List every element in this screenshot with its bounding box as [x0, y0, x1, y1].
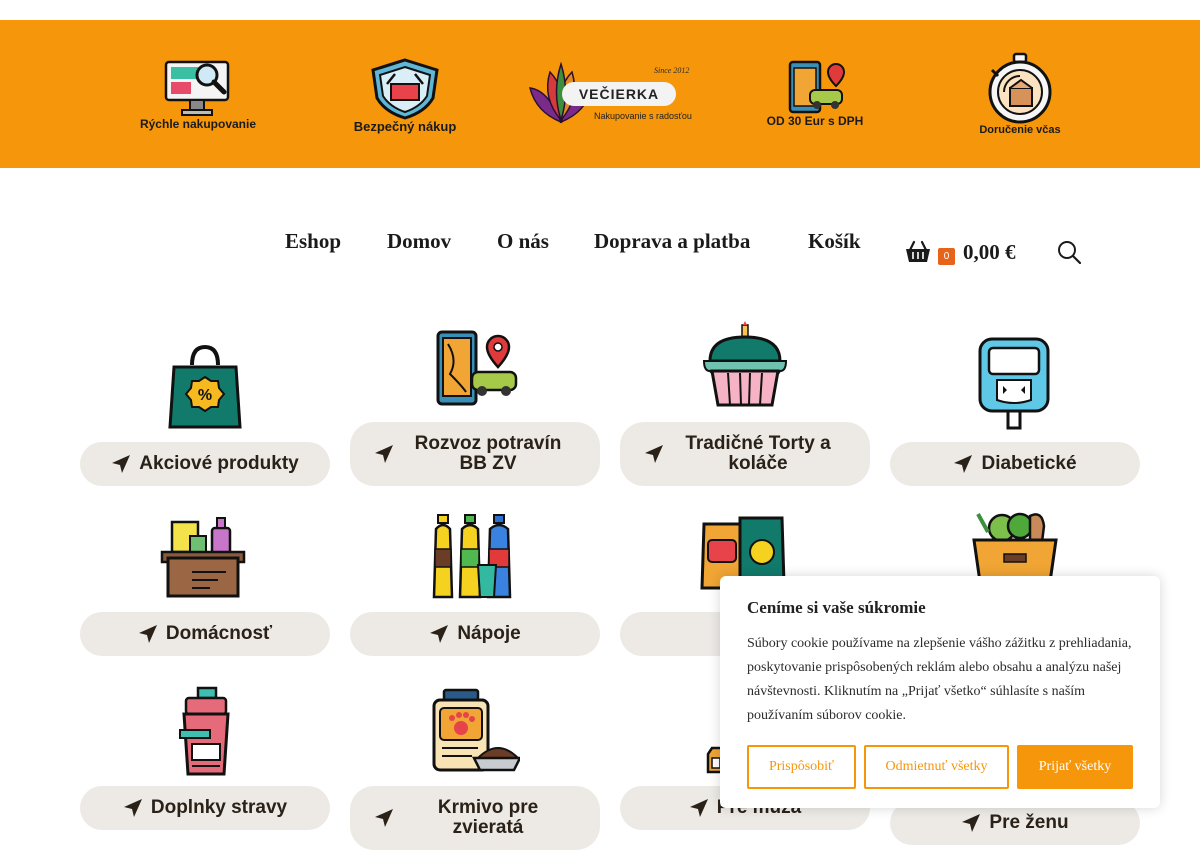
feature-label: Doručenie včas [979, 124, 1061, 136]
search-icon[interactable] [1057, 240, 1081, 264]
household-box-icon[interactable] [160, 516, 246, 598]
category-label: Domácnosť [165, 623, 273, 644]
location-arrow-icon [375, 809, 393, 827]
cookie-customize-button[interactable]: Prispôsobiť [747, 745, 856, 789]
cookie-text: Súbory cookie používame na zlepšenie váš… [747, 636, 1132, 723]
supplement-shaker-icon[interactable] [178, 686, 234, 778]
shield-basket-icon [371, 58, 439, 120]
store-logo[interactable]: Since 2012 VEČIERKA Nakupovanie s radosť… [522, 20, 702, 168]
category-label: Nápoje [457, 623, 521, 644]
category-button-household[interactable]: Domácnosť [80, 612, 330, 656]
drinks-bottles-icon[interactable] [432, 513, 520, 601]
location-arrow-icon [645, 445, 663, 463]
category-button-sale[interactable]: Akciové produkty [80, 442, 330, 486]
category-button-cakes[interactable]: Tradičné Torty a koláče [620, 422, 870, 486]
cookie-accept-button[interactable]: Prijať všetky [1017, 745, 1133, 789]
location-arrow-icon [123, 799, 142, 817]
location-arrow-icon [954, 455, 973, 473]
location-arrow-icon [430, 625, 449, 643]
cart-count-badge[interactable]: 0 [938, 248, 955, 265]
cake-icon[interactable] [700, 321, 790, 407]
glucose-meter-icon[interactable] [977, 336, 1051, 430]
computer-search-icon [164, 60, 230, 116]
nav-cart[interactable]: Košík [808, 229, 861, 254]
category-button-pet-food[interactable]: Krmivo pre zvieratá [350, 786, 600, 850]
category-button-drinks[interactable]: Nápoje [350, 612, 600, 656]
cookie-consent-dialog: Ceníme si vaše súkromie Súbory cookie po… [720, 576, 1160, 808]
cookie-title: Ceníme si vaše súkromie [747, 598, 926, 617]
logo-name: VEČIERKA [562, 82, 676, 106]
category-label: Krmivo pre zvieratá [437, 797, 539, 838]
top-banner: Rýchle nakupovanie Bezpečný nákup Since … [0, 20, 1200, 168]
category-label: Tradičné Torty a koláče [685, 433, 831, 474]
category-label: Doplnky stravy [150, 797, 288, 818]
cart-total[interactable]: 0,00 € [963, 240, 1016, 265]
feature-min-order: OD 30 Eur s DPH [735, 20, 895, 168]
feature-label: OD 30 Eur s DPH [766, 114, 864, 128]
category-label: Akciové produkty [139, 453, 299, 474]
category-label: Pre ženu [989, 812, 1069, 833]
stopwatch-box-icon [988, 52, 1052, 124]
nav-eshop[interactable]: Eshop [285, 229, 341, 254]
location-arrow-icon [138, 625, 157, 643]
basket-icon[interactable] [905, 240, 931, 264]
grocery-bag-icon[interactable] [972, 512, 1058, 582]
logo-tagline: Nakupovanie s radosťou [594, 111, 692, 121]
cookie-reject-button[interactable]: Odmietnuť všetky [864, 745, 1009, 789]
location-arrow-icon [375, 445, 393, 463]
map-delivery-icon [788, 60, 846, 114]
location-arrow-icon [112, 455, 131, 473]
category-button-supplements[interactable]: Doplnky stravy [80, 786, 330, 830]
nav-about[interactable]: O nás [497, 229, 549, 254]
feature-label: Bezpečný nákup [353, 119, 457, 134]
svg-text:%: % [198, 387, 212, 404]
logo-since: Since 2012 [654, 66, 690, 75]
nav-shipping-payment[interactable]: Doprava a platba [594, 229, 750, 254]
category-button-delivery[interactable]: Rozvoz potravín BB ZV [350, 422, 600, 486]
category-label: Diabetické [981, 453, 1077, 474]
location-arrow-icon [962, 814, 981, 832]
pet-food-icon[interactable] [432, 688, 520, 774]
nav-home[interactable]: Domov [387, 229, 451, 254]
discount-bag-icon[interactable]: % [166, 343, 244, 431]
feature-secure-purchase: Bezpečný nákup [325, 20, 485, 168]
feature-on-time-delivery: Doručenie včas [940, 20, 1100, 168]
map-delivery-icon[interactable] [436, 330, 520, 406]
location-arrow-icon [689, 799, 708, 817]
category-label: Rozvoz potravín BB ZV [414, 433, 562, 474]
feature-fast-shopping: Rýchle nakupovanie [118, 20, 278, 168]
category-button-diabetic[interactable]: Diabetické [890, 442, 1140, 486]
feature-label: Rýchle nakupovanie [139, 117, 257, 131]
